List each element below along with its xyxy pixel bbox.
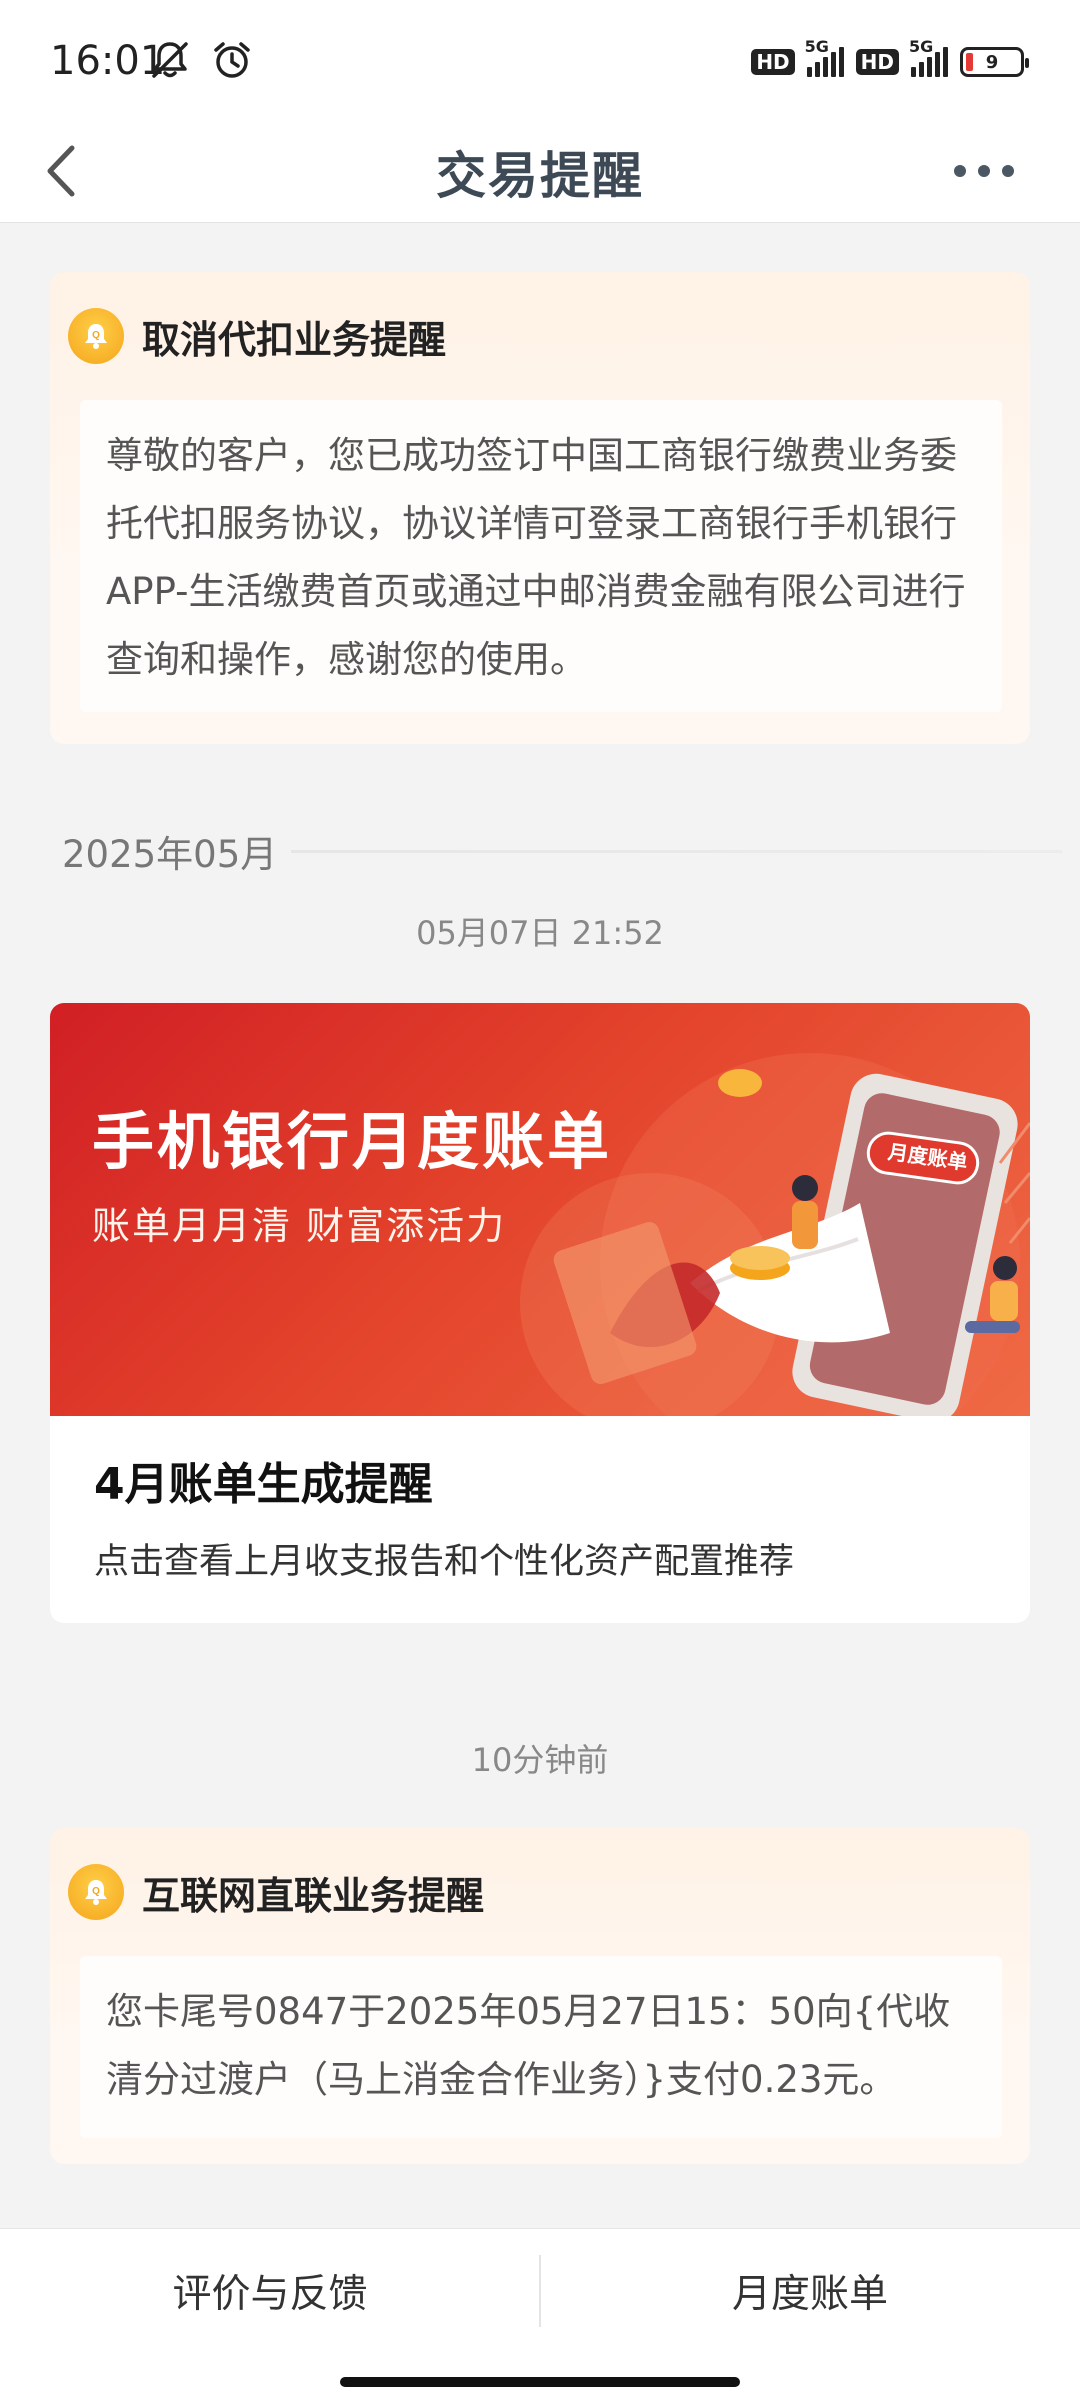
monthly-bill-card[interactable]: 手机银行月度账单 账单月月清 财富添活力 月度账单 4月账单生成提醒 点击查看上… xyxy=(50,1003,1030,1623)
mute-icon xyxy=(148,38,192,86)
hd-icon: HD xyxy=(855,49,899,75)
bill-title: 4月账单生成提醒 xyxy=(94,1459,433,1510)
notice-header: Q 取消代扣业务提醒 xyxy=(68,308,446,364)
network-type-label: 5G xyxy=(909,37,934,56)
notice-body: 尊敬的客户，您已成功签订中国工商银行缴费业务委托代扣服务协议，协议详情可登录工商… xyxy=(80,400,1002,712)
status-right: HD 5G HD 5G 9 xyxy=(751,37,1029,86)
battery-icon: 9 xyxy=(960,47,1029,77)
signal-icon: 5G xyxy=(805,37,844,77)
timestamp: 05月07日 21:52 xyxy=(416,914,664,952)
notice-body: 您卡尾号0847于2025年05月27日15：50向{代收清分过渡户（马上消金合… xyxy=(80,1956,1002,2138)
page-title: 交易提醒 xyxy=(436,147,644,205)
nav-bar: 交易提醒 xyxy=(0,120,1080,223)
notice-header: Q 互联网直联业务提醒 xyxy=(68,1864,484,1920)
month-divider: 2025年05月 xyxy=(62,826,1062,876)
svg-text:Q: Q xyxy=(92,1886,100,1897)
more-dot-icon xyxy=(954,165,966,177)
network-type-label: 5G xyxy=(804,37,829,56)
signal-icon: 5G xyxy=(909,37,948,77)
notice-card-internet-direct[interactable]: Q 互联网直联业务提醒 您卡尾号0847于2025年05月27日15：50向{代… xyxy=(50,1828,1030,2164)
timestamp: 10分钟前 xyxy=(471,1741,609,1779)
status-bar: 16:01 HD 5G HD 5G 9 xyxy=(0,0,1080,120)
svg-text:Q: Q xyxy=(92,330,100,341)
alarm-icon xyxy=(210,38,254,86)
battery-level: 9 xyxy=(985,51,999,73)
month-label: 2025年05月 xyxy=(62,833,278,876)
feedback-button[interactable]: 评价与反馈 xyxy=(0,2263,540,2319)
banner-subtitle: 账单月月清 财富添活力 xyxy=(92,1204,507,1248)
bill-banner-image: 手机银行月度账单 账单月月清 财富添活力 月度账单 xyxy=(50,1003,1030,1416)
status-icons-left xyxy=(148,40,254,84)
notice-title: 取消代扣业务提醒 xyxy=(142,317,447,362)
banner-title: 手机银行月度账单 xyxy=(92,1105,613,1178)
notice-title: 互联网直联业务提醒 xyxy=(142,1873,485,1918)
divider-line xyxy=(291,849,1062,853)
bill-description: 点击查看上月收支报告和个性化资产配置推荐 xyxy=(94,1542,795,1582)
hd-icon: HD xyxy=(751,49,795,75)
bottom-action-bar: 评价与反馈 月度账单 xyxy=(0,2228,1080,2401)
notice-card-cancel-debit[interactable]: Q 取消代扣业务提醒 尊敬的客户，您已成功签订中国工商银行缴费业务委托代扣服务协… xyxy=(50,272,1030,744)
more-dot-icon xyxy=(978,165,990,177)
bell-icon: Q xyxy=(68,308,124,364)
monthly-bill-button[interactable]: 月度账单 xyxy=(540,2263,1080,2319)
home-indicator[interactable] xyxy=(340,2377,740,2387)
more-button[interactable] xyxy=(954,158,1024,184)
bell-icon: Q xyxy=(68,1864,124,1920)
more-dot-icon xyxy=(1002,165,1014,177)
